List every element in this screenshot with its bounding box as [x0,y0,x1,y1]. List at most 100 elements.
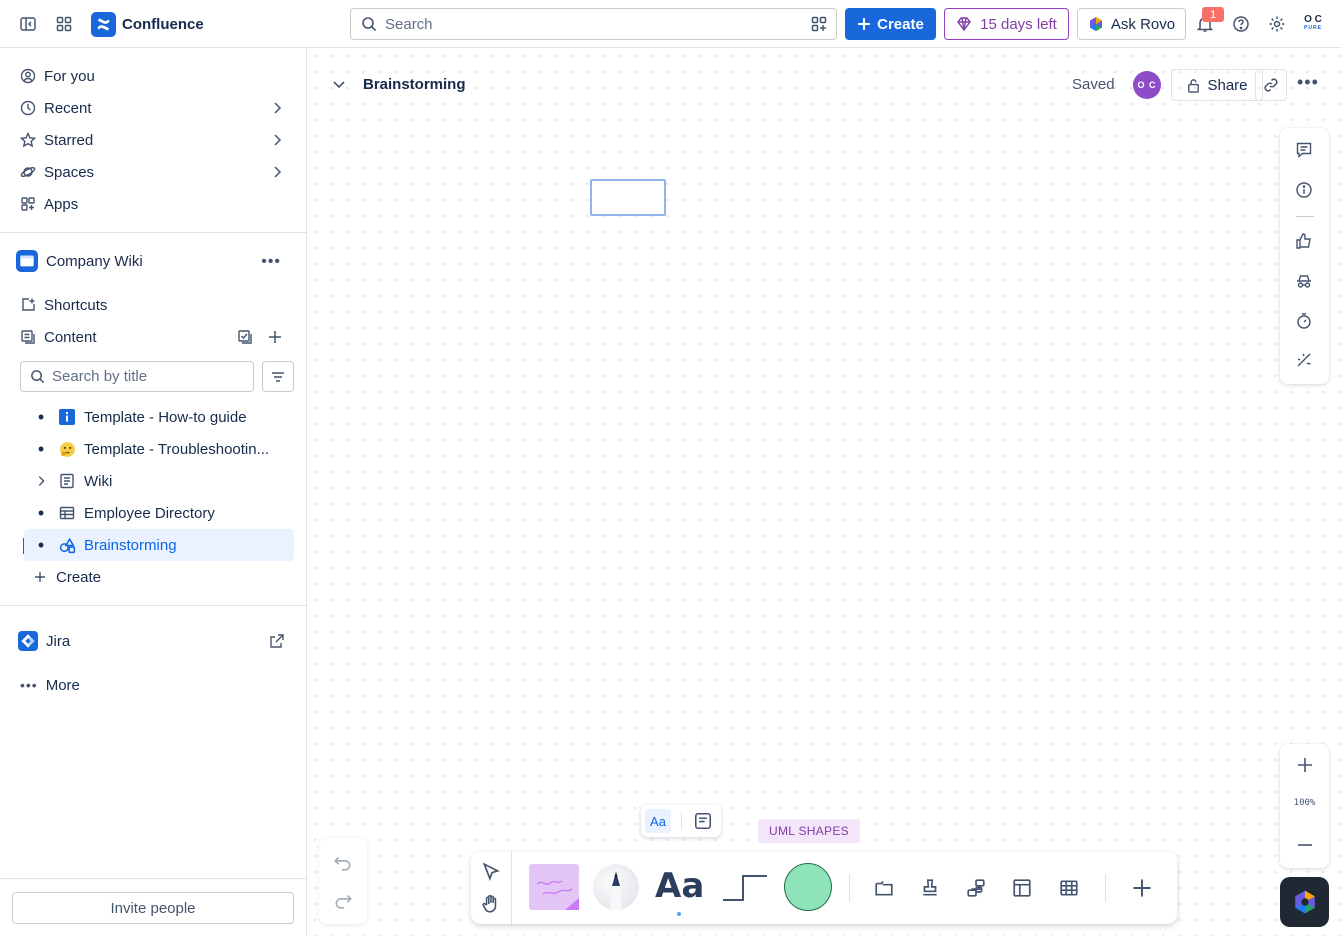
title-search-input[interactable] [52,368,242,385]
pen-tool[interactable] [593,864,639,910]
bullet-icon: • [37,406,45,427]
more-actions-icon[interactable]: ••• [1297,72,1319,93]
tree-item-troubleshooting[interactable]: • Template - Troubleshootin... [24,433,294,465]
checklist-icon[interactable] [237,329,253,345]
table-icon[interactable] [1058,877,1080,899]
sidebar-item-label: For you [44,67,95,85]
template-layout-icon[interactable] [1011,877,1033,899]
add-content-icon[interactable] [267,329,283,345]
sidebar-item-label: Content [44,328,97,346]
global-search[interactable] [350,8,837,40]
sidebar-item-apps[interactable]: Apps [12,188,295,220]
tree-item-how-to-guide[interactable]: • Template - How-to guide [24,401,294,433]
ai-wand-icon[interactable] [1294,350,1314,370]
share-label: Share [1207,76,1248,94]
redo-icon[interactable] [333,890,353,910]
more-actions-icon[interactable]: ••• [261,253,281,271]
tree-item-label: Brainstorming [84,536,177,554]
sidebar-item-for-you[interactable]: For you [12,60,295,92]
info-icon[interactable] [1294,180,1314,200]
section-frame-icon[interactable] [873,877,895,899]
page-title[interactable]: Brainstorming [363,76,466,93]
zoom-out-icon[interactable] [1280,836,1329,854]
shape-tool[interactable] [784,863,832,911]
ask-rovo-button[interactable]: Ask Rovo [1077,8,1186,40]
hierarchy-icon[interactable] [965,877,987,899]
rovo-chat-button[interactable] [1280,877,1329,927]
bullet-icon: • [37,502,45,523]
database-table-icon [58,504,76,522]
stamp-icon[interactable] [919,877,941,899]
sidebar-item-label: Recent [44,99,92,117]
chevron-right-icon[interactable] [269,164,285,180]
timer-icon[interactable] [1294,311,1314,331]
title-search-field[interactable] [20,361,254,392]
incognito-icon[interactable] [1294,271,1314,291]
more-dots-icon: ••• [20,677,38,693]
comments-icon[interactable] [1294,140,1314,160]
text-tool[interactable]: Aa [655,866,704,906]
external-link-icon[interactable] [269,633,285,649]
chevron-right-icon[interactable] [269,132,285,148]
select-pointer-icon[interactable] [481,862,501,882]
sidebar-item-more[interactable]: ••• More [12,669,295,701]
sidebar-item-spaces[interactable]: Spaces [12,156,295,188]
tree-create-button[interactable]: Create [24,561,294,593]
expand-chevron-icon[interactable] [24,474,58,488]
profile-avatar[interactable]: O C PURE [1299,11,1327,37]
copy-link-button[interactable] [1255,69,1287,101]
sidebar-item-label: Shortcuts [44,296,108,314]
help-button[interactable] [1227,10,1255,38]
search-input[interactable] [385,15,785,33]
tree-item-brainstorming[interactable]: • Brainstorming [24,529,294,561]
shortcut-icon [22,298,35,311]
add-more-icon[interactable] [1131,877,1153,899]
sidebar-item-starred[interactable]: Starred [12,124,295,156]
chevron-right-icon[interactable] [269,100,285,116]
sidebar-toggle-icon[interactable] [14,10,42,38]
trial-button[interactable]: 15 days left [944,8,1069,40]
link-icon [1264,78,1278,92]
plus-icon [858,18,871,30]
invite-people-button[interactable]: Invite people [12,892,294,924]
settings-button[interactable] [1263,10,1291,38]
collaborator-avatar[interactable]: O C [1133,71,1161,99]
connector-line-tool[interactable] [721,874,769,902]
content-actions [237,329,283,345]
space-header[interactable]: Company Wiki ••• [12,245,295,277]
thumbs-up-icon[interactable] [1294,231,1314,251]
sidebar-item-jira[interactable]: Jira [12,625,295,657]
filter-button[interactable] [262,361,294,392]
search-filter-icon[interactable] [810,15,828,33]
tree-item-wiki[interactable]: Wiki [24,465,294,497]
whiteboard-canvas[interactable]: Brainstorming Saved O C Share ••• 100% A… [307,48,1341,936]
sidebar-divider [0,878,306,879]
sticky-note-tool[interactable] [529,864,579,910]
confluence-logo-icon [91,11,116,37]
hand-pan-icon[interactable] [481,894,501,914]
zoom-in-icon[interactable] [1280,756,1329,774]
avatar-initials: O C [1304,14,1322,25]
active-tool-indicator [677,912,681,916]
history-controls [319,838,367,924]
app-switcher-icon[interactable] [50,10,78,38]
diamond-icon [957,17,972,32]
sidebar-item-content[interactable]: Content [12,321,295,353]
share-button[interactable]: Share [1171,69,1263,101]
sticky-note-icon[interactable] [693,811,713,831]
text-option[interactable]: Aa [645,809,671,833]
create-button[interactable]: Create [845,8,936,40]
undo-icon[interactable] [333,852,353,872]
tree-item-label: Template - How-to guide [84,408,247,426]
sidebar-item-shortcuts[interactable]: Shortcuts [12,289,295,321]
sidebar-item-label: Apps [44,195,79,213]
tree-item-employee-directory[interactable]: • Employee Directory [24,497,294,529]
star-icon [20,132,36,148]
chevron-down-icon[interactable] [331,76,347,92]
sidebar-item-recent[interactable]: Recent [12,92,295,124]
selected-text-box[interactable] [590,179,666,216]
ask-rovo-label: Ask Rovo [1110,15,1176,33]
search-icon [362,17,377,32]
zoom-controls: 100% [1280,744,1329,868]
confluence-home-link[interactable]: Confluence [91,11,204,37]
